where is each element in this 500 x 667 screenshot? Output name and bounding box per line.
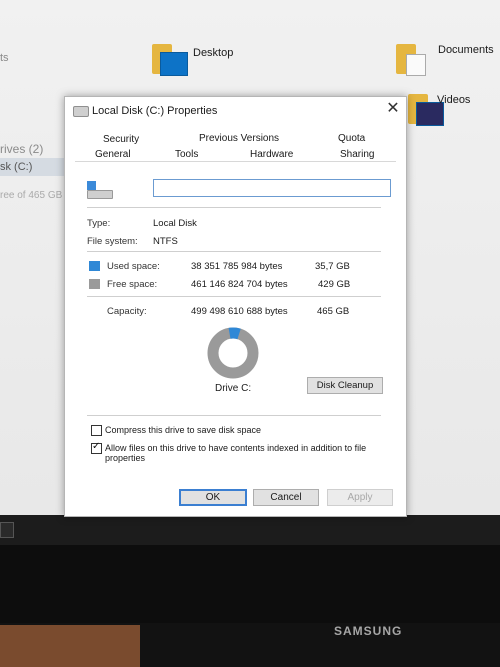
used-space-swatch: [89, 261, 100, 271]
tab-quota[interactable]: Quota: [338, 133, 365, 144]
desk-surface: [0, 625, 140, 667]
capacity-bytes: 499 498 610 688 bytes: [191, 306, 288, 317]
close-button[interactable]: ✕: [383, 99, 403, 119]
nav-fragment-drive-c: sk (C:): [0, 161, 33, 173]
index-label[interactable]: Allow files on this drive to have conten…: [105, 443, 375, 463]
disk-usage-donut-chart: [207, 327, 259, 379]
taskbar: [0, 515, 500, 545]
nav-fragment-free: ree of 465 GB: [0, 190, 63, 201]
capacity-gb: 465 GB: [317, 306, 350, 317]
used-space-label: Used space:: [107, 261, 160, 272]
nav-fragment: ts: [0, 52, 9, 64]
free-space-swatch: [89, 279, 100, 289]
drive-title-icon: [73, 106, 89, 117]
nav-fragment-drives[interactable]: rives (2): [0, 142, 43, 156]
folder-label-desktop[interactable]: Desktop: [193, 47, 233, 59]
cancel-button[interactable]: Cancel: [253, 489, 319, 506]
type-value: Local Disk: [153, 218, 197, 229]
monitor-brand-logo: SAMSUNG: [334, 624, 403, 638]
free-space-gb: 429 GB: [318, 279, 351, 290]
monitor-bezel: [0, 545, 500, 623]
disk-cleanup-button[interactable]: Disk Cleanup: [307, 377, 383, 394]
ok-button[interactable]: OK: [179, 489, 247, 506]
apply-button[interactable]: Apply: [327, 489, 393, 506]
compress-checkbox[interactable]: [91, 425, 102, 436]
separator: [87, 251, 381, 252]
separator: [87, 415, 381, 416]
donut-free-ring: [207, 327, 259, 379]
tab-previous-versions[interactable]: Previous Versions: [199, 133, 279, 144]
separator: [87, 207, 381, 208]
drive-name-input[interactable]: [153, 179, 391, 197]
drive-icon: [87, 181, 113, 199]
dialog-title: Local Disk (C:) Properties: [92, 105, 218, 117]
tab-general[interactable]: General: [95, 149, 131, 160]
properties-dialog: Local Disk (C:) Properties ✕ Security Pr…: [64, 96, 407, 517]
index-checkbox[interactable]: [91, 441, 102, 454]
folder-label-videos[interactable]: Videos: [437, 94, 470, 106]
nav-selected-drive[interactable]: sk (C:): [0, 158, 68, 176]
dialog-titlebar[interactable]: Local Disk (C:) Properties ✕: [65, 97, 406, 123]
folder-documents-icon[interactable]: [396, 44, 430, 76]
compress-label[interactable]: Compress this drive to save disk space: [105, 425, 385, 435]
used-space-gb: 35,7 GB: [315, 261, 350, 272]
tab-hardware[interactable]: Hardware: [250, 149, 293, 160]
used-space-bytes: 38 351 785 984 bytes: [191, 261, 283, 272]
folder-desktop-icon[interactable]: [152, 44, 188, 76]
type-label: Type:: [87, 218, 111, 229]
free-space-label: Free space:: [107, 279, 158, 290]
capacity-label: Capacity:: [107, 306, 147, 317]
tab-sharing[interactable]: Sharing: [340, 149, 374, 160]
free-space-bytes: 461 146 824 704 bytes: [191, 279, 288, 290]
filesystem-value: NTFS: [153, 236, 178, 247]
drive-c-label: Drive C:: [215, 383, 252, 394]
tab-tools[interactable]: Tools: [175, 149, 198, 160]
filesystem-label: File system:: [87, 236, 138, 247]
tab-security[interactable]: Security: [103, 134, 139, 145]
separator: [87, 296, 381, 297]
calculator-icon[interactable]: [0, 522, 14, 538]
folder-label-documents[interactable]: Documents: [438, 44, 494, 56]
